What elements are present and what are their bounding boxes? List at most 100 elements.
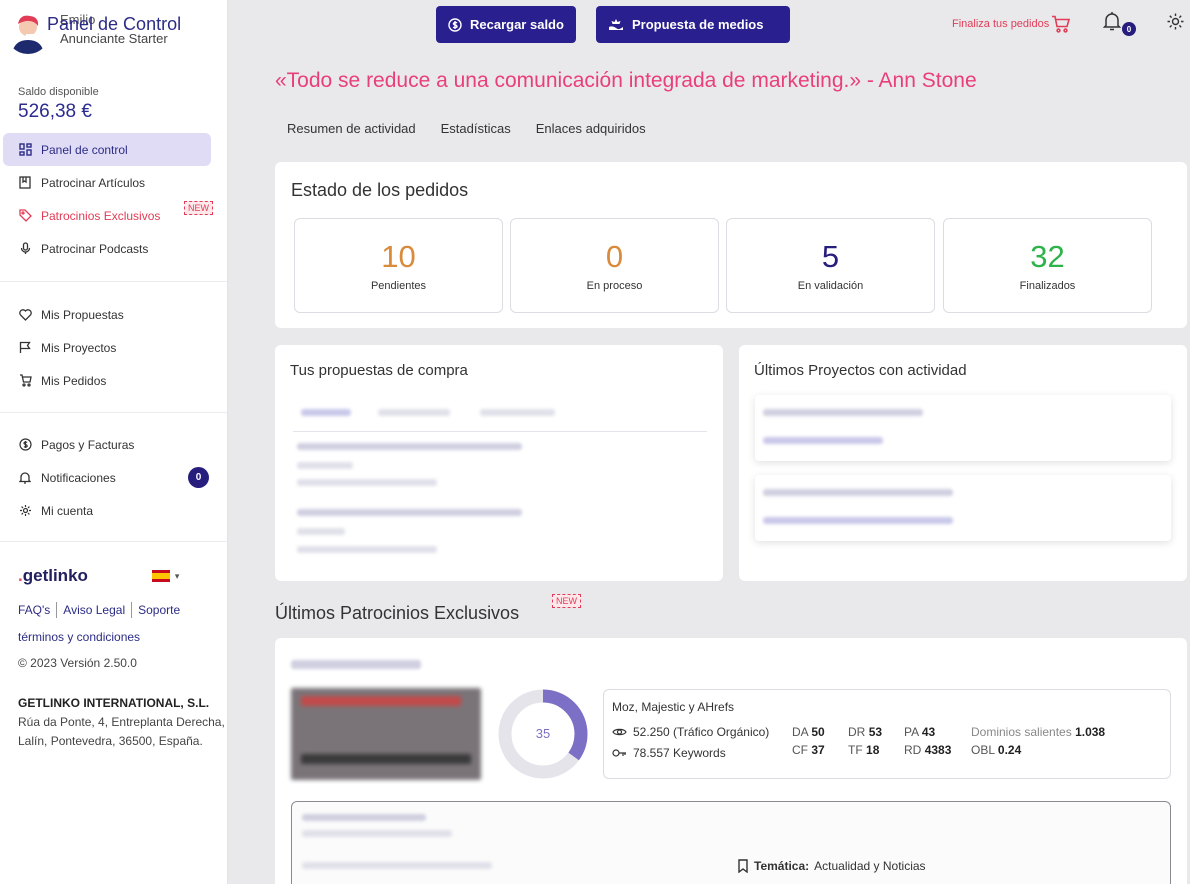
- support-link[interactable]: Soporte: [138, 603, 180, 617]
- site-name-blurred[interactable]: [291, 660, 421, 669]
- orders-status-title: Estado de los pedidos: [291, 180, 469, 200]
- sponsorship-detail-box[interactable]: Temática: Actualidad y Noticias: [291, 801, 1171, 884]
- sidebar-item-payments[interactable]: Pagos y Facturas: [3, 428, 211, 461]
- metric-dr: DR 53: [848, 725, 882, 739]
- orders-status-card: Estado de los pedidos 10 Pendientes 0 En…: [275, 162, 1187, 328]
- dashboard-icon: [18, 143, 32, 157]
- legal-link[interactable]: Aviso Legal: [63, 603, 125, 617]
- page-title: Panel de Control: [47, 14, 182, 34]
- tab-links[interactable]: Enlaces adquiridos: [536, 121, 646, 136]
- sidebar-item-label: Patrocinios Exclusivos: [41, 208, 161, 223]
- metric-label: PA: [904, 725, 919, 739]
- metric-label: CF: [792, 743, 808, 757]
- gear-icon[interactable]: [1166, 12, 1185, 36]
- dollar-circle-icon: [448, 17, 462, 32]
- topic-value: Actualidad y Noticias: [814, 859, 926, 873]
- faq-link[interactable]: FAQ's: [18, 603, 50, 617]
- sidebar-item-articles[interactable]: Patrocinar Artículos: [3, 166, 211, 199]
- footer-links: FAQ's Aviso Legal Soporte términos y con…: [0, 602, 227, 644]
- stat-pending[interactable]: 10 Pendientes: [294, 218, 503, 313]
- purchase-proposals-card: Tus propuestas de compra: [275, 345, 723, 581]
- bell-icon[interactable]: [1102, 11, 1122, 36]
- organic-traffic: 52.250 (Tráfico Orgánico): [633, 725, 770, 739]
- project-item-blurred[interactable]: [755, 395, 1171, 461]
- tab-statistics[interactable]: Estadísticas: [441, 121, 511, 136]
- stat-value: 10: [381, 239, 416, 274]
- dashboard-tabs: Resumen de actividad Estadísticas Enlace…: [287, 121, 671, 136]
- sidebar-item-label: Mis Proyectos: [41, 340, 117, 355]
- project-item-blurred[interactable]: [755, 475, 1171, 541]
- recent-projects-card: Últimos Proyectos con actividad: [739, 345, 1187, 581]
- stat-label: Pendientes: [370, 280, 427, 292]
- divider: [0, 281, 227, 282]
- sidebar-item-notifications[interactable]: Notificaciones 0: [3, 461, 211, 494]
- sidebar-item-panel[interactable]: Panel de control: [3, 133, 211, 166]
- projects-title: Últimos Proyectos con actividad: [754, 362, 967, 379]
- stat-label: En proceso: [586, 280, 643, 292]
- microphone-icon: [18, 242, 32, 256]
- company-address: Rúa da Ponte, 4, Entreplanta Derecha, La…: [18, 715, 225, 748]
- finish-orders-link[interactable]: Finaliza tus pedidos: [952, 15, 1071, 33]
- metric-outgoing-domains: Dominios salientes 1.038: [971, 725, 1105, 739]
- exclusive-sponsorship-card: 35 Moz, Majestic y AHrefs 52.250 (Tráfic…: [275, 638, 1187, 884]
- chevron-down-icon[interactable]: ▾: [175, 571, 180, 582]
- flag-icon: [18, 341, 32, 355]
- new-badge: NEW: [552, 594, 581, 608]
- exclusive-section-title: Últimos Patrocinios Exclusivos: [275, 603, 520, 623]
- topic-row: Temática: Actualidad y Noticias: [737, 859, 926, 873]
- metric-label: OBL: [971, 743, 995, 757]
- finish-orders-label: Finaliza tus pedidos: [952, 18, 1050, 30]
- sidebar-item-label: Patrocinar Artículos: [41, 175, 146, 190]
- stat-finished[interactable]: 32 Finalizados: [943, 218, 1152, 313]
- stat-validation[interactable]: 5 En validación: [726, 218, 935, 313]
- score-gauge: 35: [497, 688, 589, 780]
- seo-metrics-box: Moz, Majestic y AHrefs 52.250 (Tráfico O…: [603, 689, 1171, 779]
- key-icon: [612, 748, 627, 758]
- metric-value: 37: [811, 743, 825, 757]
- sidebar-item-label: Patrocinar Podcasts: [41, 241, 149, 256]
- metric-value: 4383: [924, 743, 952, 757]
- avatar: [6, 10, 50, 54]
- metric-value: 43: [921, 725, 936, 739]
- balance: Saldo disponible 526,38 €: [0, 64, 227, 123]
- metric-obl: OBL 0.24: [971, 743, 1021, 757]
- sidebar-item-exclusive[interactable]: Patrocinios Exclusivos NEW: [3, 199, 213, 232]
- metric-value: 18: [866, 743, 880, 757]
- heart-icon: [18, 308, 32, 322]
- metric-label: RD: [904, 743, 922, 757]
- spain-flag-icon[interactable]: [151, 570, 170, 582]
- metric-label: DR: [848, 725, 866, 739]
- stat-in-progress[interactable]: 0 En proceso: [510, 218, 719, 313]
- sidebar-item-podcasts[interactable]: Patrocinar Podcasts: [3, 232, 211, 265]
- bookmark-icon: [737, 859, 749, 873]
- balance-label: Saldo disponible: [18, 86, 99, 98]
- keywords-count: 78.557 Keywords: [633, 746, 726, 760]
- divider: [0, 412, 227, 413]
- sidebar-item-label: Notificaciones: [41, 470, 116, 485]
- metric-value: 50: [811, 725, 825, 739]
- metrics-title: Moz, Majestic y AHrefs: [612, 700, 735, 714]
- copyright: © 2023 Versión 2.50.0: [18, 656, 137, 670]
- hand-heart-icon: [608, 18, 624, 32]
- sidebar-item-proposals[interactable]: Mis Propuestas: [3, 298, 211, 331]
- tab-activity[interactable]: Resumen de actividad: [287, 121, 416, 136]
- balance-value: 526,38 €: [18, 101, 92, 122]
- metric-tf: TF 18: [848, 743, 879, 757]
- site-thumbnail[interactable]: [291, 688, 481, 780]
- sidebar-item-account[interactable]: Mi cuenta: [3, 494, 211, 527]
- recharge-button[interactable]: Recargar saldo: [436, 6, 576, 43]
- score-value: 35: [535, 726, 551, 741]
- divider: [131, 602, 133, 618]
- proposals-title: Tus propuestas de compra: [290, 362, 468, 379]
- sidebar-item-projects[interactable]: Mis Proyectos: [3, 331, 211, 364]
- metric-rd: RD 4383: [904, 743, 951, 757]
- cart-icon: [18, 374, 32, 388]
- brand-logo: .getlinko: [18, 566, 88, 585]
- sidebar-item-orders[interactable]: Mis Pedidos: [3, 364, 211, 397]
- recharge-label: Recargar saldo: [470, 17, 564, 32]
- company-name: GETLINKO INTERNATIONAL, S.L.: [18, 696, 210, 710]
- media-proposal-button[interactable]: Propuesta de medios: [596, 6, 790, 43]
- tag-icon: [18, 209, 32, 223]
- metric-value: 0.24: [997, 743, 1022, 757]
- terms-link[interactable]: términos y condiciones: [18, 630, 140, 644]
